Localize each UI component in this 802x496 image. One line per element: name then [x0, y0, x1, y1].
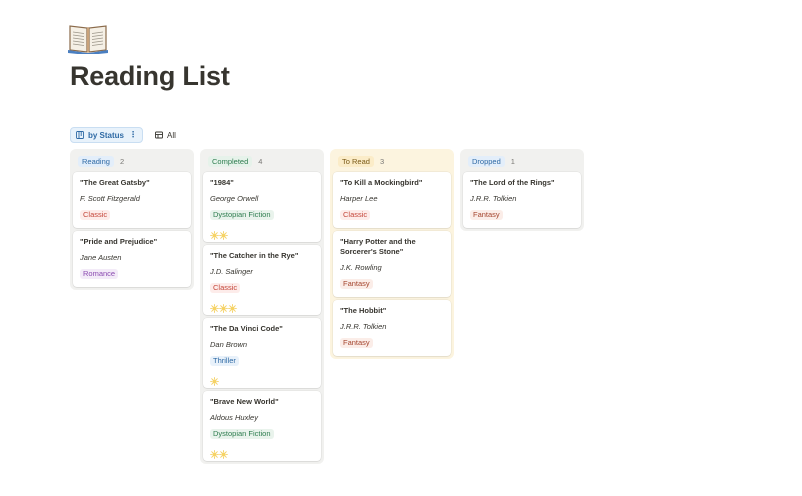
book-card[interactable]: "The Lord of the Rings" J.R.R. Tolkien Fan… — [463, 172, 581, 228]
book-title: "The Lord of the Rings" — [470, 178, 555, 187]
book-card[interactable]: "Brave New World" Aldous Huxley Dystopian … — [203, 391, 321, 461]
book-card[interactable]: "The Da Vinci Code" Dan Brown Thriller — [203, 318, 321, 388]
book-title: "The Catcher in the Rye" — [210, 251, 299, 260]
column-status-label: Dropped — [468, 156, 505, 167]
book-title: "The Hobbit" — [340, 306, 387, 315]
rating — [210, 300, 315, 313]
sun-icon — [228, 300, 237, 313]
column-header[interactable]: To Read 3 — [333, 151, 451, 172]
sun-icon — [210, 446, 219, 459]
view-tabs: by Status ⋮ All — [70, 127, 180, 143]
open-book-icon[interactable] — [68, 20, 108, 55]
book-card[interactable]: "Pride and Prejudice" Jane Austen Romance — [73, 231, 191, 287]
book-card[interactable]: "Harry Potter and the Sorcerer's Stone" J… — [333, 231, 451, 297]
book-author: J.R.R. Tolkien — [340, 322, 387, 331]
more-options-icon[interactable]: ⋮ — [129, 131, 137, 139]
book-card[interactable]: "The Great Gatsby" F. Scott Fitzgerald Cla… — [73, 172, 191, 228]
book-author: Dan Brown — [210, 340, 248, 349]
book-title: "1984" — [210, 178, 234, 187]
book-title: "Harry Potter and the Sorcerer's Stone" — [340, 237, 416, 256]
sun-icon — [219, 227, 228, 240]
book-title: "The Da Vinci Code" — [210, 324, 283, 333]
book-author: George Orwell — [210, 194, 259, 203]
book-title: "Pride and Prejudice" — [80, 237, 158, 246]
book-card[interactable]: "To Kill a Mockingbird" Harper Lee Classic — [333, 172, 451, 228]
genre-tag: Thriller — [210, 356, 239, 366]
book-author: Jane Austen — [80, 253, 122, 262]
genre-tag: Dystopian Fiction — [210, 429, 274, 439]
view-tab-all[interactable]: All — [151, 127, 180, 143]
rating — [210, 373, 315, 386]
genre-tag: Classic — [80, 210, 111, 220]
genre-tag: Classic — [340, 210, 371, 220]
sun-icon — [210, 373, 219, 386]
board-column-completed: Completed 4 "1984" George Orwell Dystopian F… — [200, 149, 324, 464]
table-icon — [155, 131, 163, 139]
book-author: J.K. Rowling — [340, 263, 382, 272]
rating — [210, 227, 315, 240]
column-count: 1 — [510, 157, 515, 166]
column-header[interactable]: Dropped 1 — [463, 151, 581, 172]
column-count: 4 — [258, 157, 263, 166]
board-view: Reading 2 "The Great Gatsby" F. Scott Fitzg… — [70, 149, 584, 464]
sun-icon — [219, 446, 228, 459]
book-card[interactable]: "1984" George Orwell Dystopian Fiction — [203, 172, 321, 242]
board-column-to-read: To Read 3 "To Kill a Mockingbird" Harper Le… — [330, 149, 454, 359]
column-header[interactable]: Completed 4 — [203, 151, 321, 172]
column-header[interactable]: Reading 2 — [73, 151, 191, 172]
board-icon — [76, 131, 84, 139]
genre-tag: Fantasy — [340, 279, 373, 289]
book-author: Aldous Huxley — [210, 413, 258, 422]
book-author: F. Scott Fitzgerald — [80, 194, 140, 203]
sun-icon — [210, 300, 219, 313]
book-title: "The Great Gatsby" — [80, 178, 150, 187]
book-card[interactable]: "The Hobbit" J.R.R. Tolkien Fantasy — [333, 300, 451, 356]
board-column-dropped: Dropped 1 "The Lord of the Rings" J.R.R. To… — [460, 149, 584, 231]
view-tab-label: by Status — [88, 130, 125, 140]
column-status-label: To Read — [338, 156, 374, 167]
board-column-reading: Reading 2 "The Great Gatsby" F. Scott Fitzg… — [70, 149, 194, 290]
book-author: J.D. Salinger — [210, 267, 253, 276]
book-author: Harper Lee — [340, 194, 378, 203]
rating — [210, 446, 315, 459]
column-status-label: Reading — [78, 156, 114, 167]
genre-tag: Fantasy — [470, 210, 503, 220]
column-count: 3 — [379, 157, 385, 166]
column-status-label: Completed — [208, 156, 253, 167]
genre-tag: Romance — [80, 269, 119, 279]
genre-tag: Classic — [210, 283, 241, 293]
sun-icon — [219, 300, 228, 313]
book-author: J.R.R. Tolkien — [470, 194, 517, 203]
column-count: 2 — [119, 157, 125, 166]
book-card[interactable]: "The Catcher in the Rye" J.D. Salinger Cla… — [203, 245, 321, 315]
genre-tag: Dystopian Fiction — [210, 210, 274, 220]
page-title[interactable]: Reading List — [70, 61, 230, 92]
book-title: "To Kill a Mockingbird" — [340, 178, 423, 187]
view-tab-by-status[interactable]: by Status ⋮ — [70, 127, 144, 143]
sun-icon — [210, 227, 219, 240]
book-title: "Brave New World" — [210, 397, 279, 406]
genre-tag: Fantasy — [340, 338, 373, 348]
view-tab-label: All — [167, 130, 176, 140]
